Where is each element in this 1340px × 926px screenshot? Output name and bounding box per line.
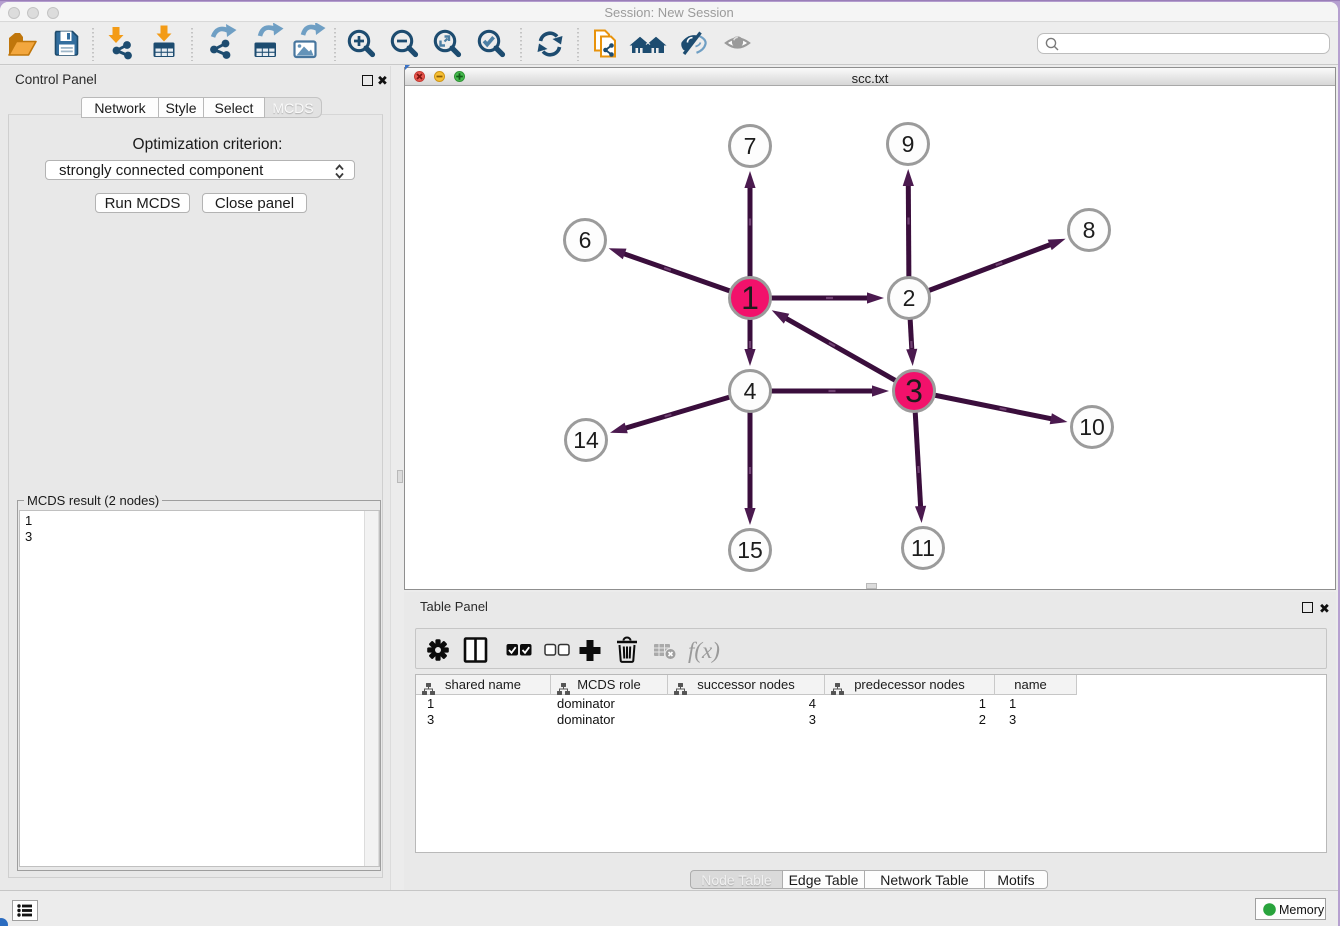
svg-text:15: 15	[737, 537, 763, 563]
svg-text:1: 1	[741, 280, 759, 316]
svg-text:3: 3	[905, 373, 923, 409]
svg-text:6: 6	[579, 227, 592, 253]
svg-text:2: 2	[903, 285, 916, 311]
svg-text:14: 14	[573, 427, 599, 453]
svg-text:8: 8	[1083, 217, 1096, 243]
svg-text:7: 7	[744, 133, 757, 159]
svg-text:9: 9	[902, 131, 915, 157]
svg-text:11: 11	[911, 535, 935, 561]
svg-text:4: 4	[744, 378, 757, 404]
svg-text:f(x): f(x)	[688, 638, 720, 663]
svg-text:10: 10	[1079, 414, 1105, 440]
